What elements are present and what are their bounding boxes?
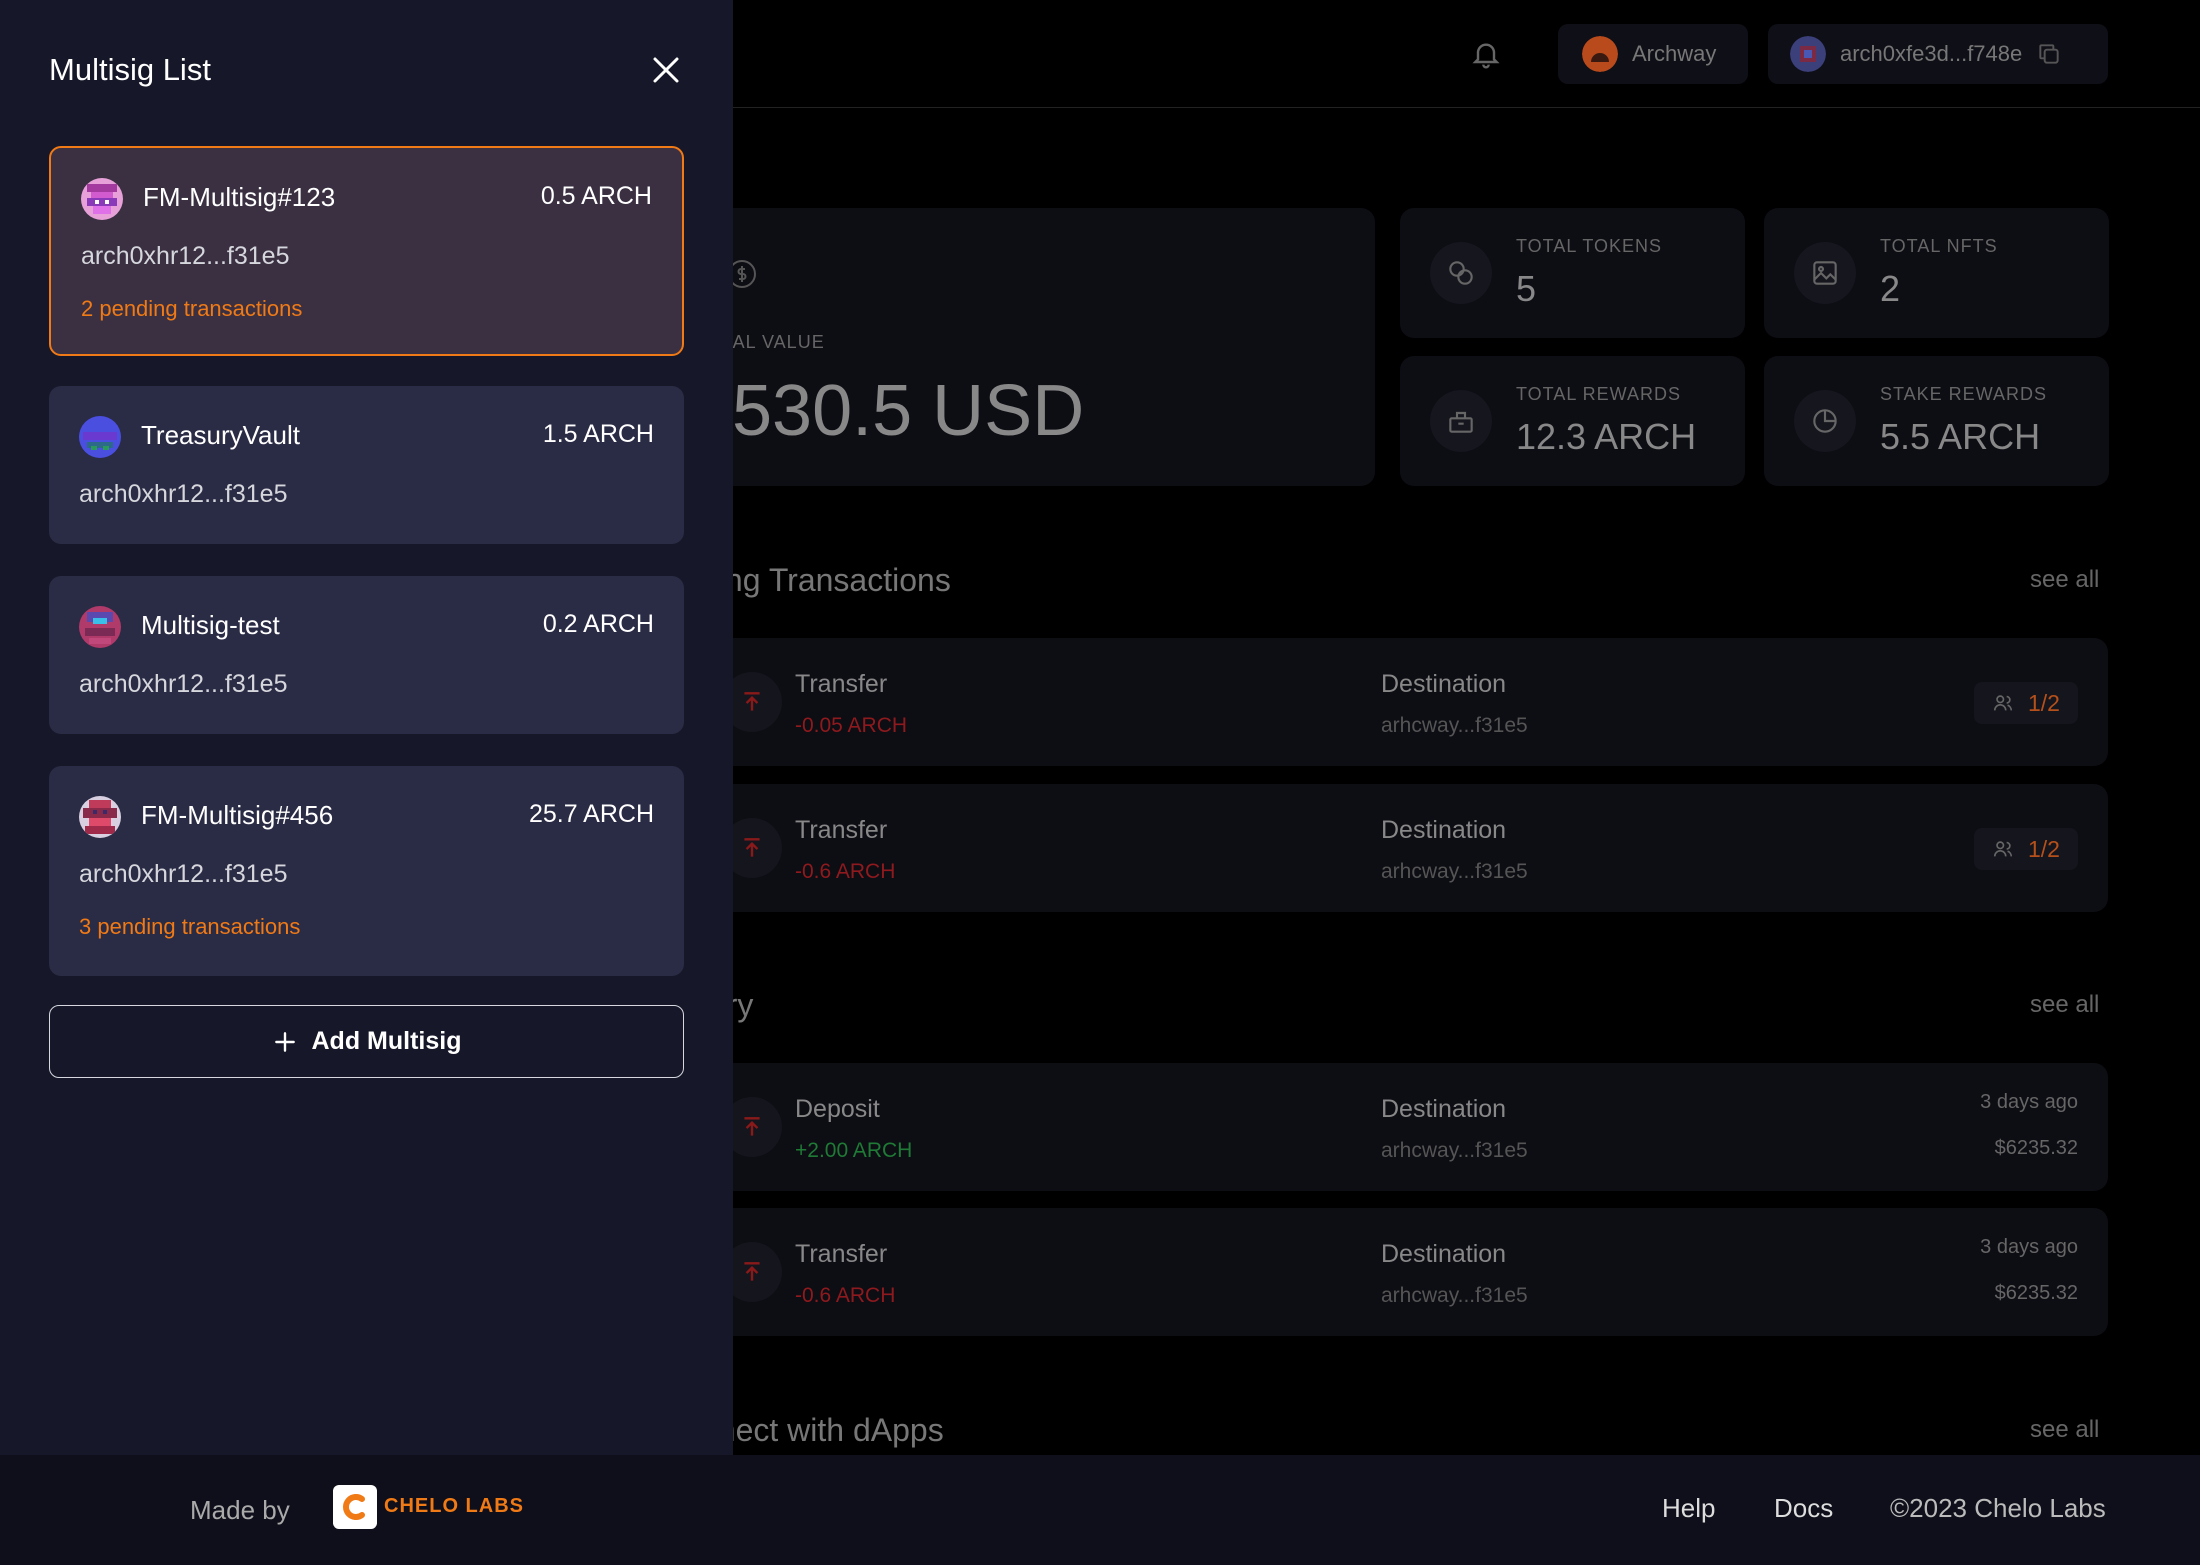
history-row[interactable]: Transfer -0.6 ARCH Destination arhcway..… <box>700 1208 2108 1336</box>
wallet-avatar <box>1790 36 1826 72</box>
stat-total-rewards: TOTAL REWARDS 12.3 ARCH <box>1400 356 1745 486</box>
chelo-labs-logo-icon[interactable] <box>333 1485 377 1529</box>
multisig-balance: 1.5 ARCH <box>542 420 654 448</box>
network-name: Archway <box>1632 41 1717 66</box>
made-by-label: Made by <box>190 1495 290 1525</box>
multisig-avatar <box>79 416 121 458</box>
tx-amount: -0.6 ARCH <box>795 1284 896 1307</box>
multisig-avatar <box>79 606 121 648</box>
multisig-avatar <box>81 178 123 220</box>
multisig-item[interactable]: FM-Multisig#456 25.7 ARCH arch0xhr12...f… <box>49 766 684 976</box>
archway-logo-icon <box>1582 36 1618 72</box>
tx-kind: Transfer <box>795 816 888 844</box>
stat-total-tokens: TOTAL TOKENS 5 <box>1400 208 1745 338</box>
tx-destination: arhcway...f31e5 <box>1381 1139 1528 1162</box>
tx-kind: Transfer <box>795 1240 888 1268</box>
stat-label: TOTAL TOKENS <box>1516 236 1663 256</box>
multisig-balance: 0.5 ARCH <box>540 182 652 210</box>
rewards-icon <box>1430 390 1492 452</box>
multisig-address: arch0xhr12...f31e5 <box>79 670 288 698</box>
pie-chart-icon <box>1794 390 1856 452</box>
stat-total-nfts: TOTAL NFTS 2 <box>1764 208 2109 338</box>
stat-value: 12.3 ARCH <box>1516 416 1697 457</box>
history-see-all-link[interactable]: see all <box>2030 991 2099 1019</box>
dapps-title: nnect with dApps <box>700 1412 944 1448</box>
pending-see-all-link[interactable]: see all <box>2030 566 2099 594</box>
tx-kind: Deposit <box>795 1095 880 1123</box>
tx-amount: -0.05 ARCH <box>795 714 908 737</box>
tx-destination-label: Destination <box>1381 670 1507 698</box>
coins-icon <box>1430 242 1492 304</box>
signers-icon <box>1993 695 2013 711</box>
stat-value: 2 <box>1880 268 1901 309</box>
tx-usd: $6235.32 <box>1994 1137 2078 1159</box>
add-multisig-button[interactable]: Add Multisig <box>49 1005 684 1078</box>
pending-row[interactable]: Transfer -0.05 ARCH Destination arhcway.… <box>700 638 2108 766</box>
history-row[interactable]: Deposit +2.00 ARCH Destination arhcway..… <box>700 1063 2108 1191</box>
tx-destination: arhcway...f31e5 <box>1381 714 1528 737</box>
multisig-drawer: Multisig List FM-Multisig#123 0.5 ARCH a… <box>0 0 733 1455</box>
footer: Made by CHELO LABS Help Docs ©2023 Chelo… <box>0 1455 2200 1565</box>
multisig-balance: 25.7 ARCH <box>528 800 654 828</box>
approvals-count: 1/2 <box>2028 835 2060 862</box>
multisig-name: TreasuryVault <box>141 420 300 450</box>
help-link[interactable]: Help <box>1662 1493 1715 1524</box>
tx-destination-label: Destination <box>1381 1095 1507 1123</box>
tx-kind: Transfer <box>795 670 888 698</box>
drawer-title: Multisig List <box>49 52 211 87</box>
multisig-item[interactable]: Multisig-test 0.2 ARCH arch0xhr12...f31e… <box>49 576 684 734</box>
multisig-avatar <box>79 796 121 838</box>
pending-title: ding Transactions <box>700 562 951 598</box>
tx-destination-label: Destination <box>1381 1240 1507 1268</box>
stat-value: 5.5 ARCH <box>1880 416 2041 457</box>
approvals-badge: 1/2 <box>1974 828 2078 870</box>
multisig-address: arch0xhr12...f31e5 <box>79 480 288 508</box>
add-multisig-label: Add Multisig <box>311 1027 462 1055</box>
copyright: ©2023 Chelo Labs <box>1890 1493 2106 1523</box>
multisig-name: FM-Multisig#123 <box>143 182 336 212</box>
approvals-count: 1/2 <box>2028 689 2060 716</box>
multisig-balance: 0.2 ARCH <box>542 610 654 638</box>
stat-label: STAKE REWARDS <box>1880 384 2048 404</box>
stat-stake-rewards: STAKE REWARDS 5.5 ARCH <box>1764 356 2109 486</box>
signers-icon <box>1993 841 2013 857</box>
bell-icon[interactable] <box>1470 38 1502 70</box>
copy-icon[interactable] <box>2036 41 2062 67</box>
wallet-address: arch0xfe3d...f748e <box>1840 41 2023 66</box>
pending-transactions-count[interactable]: 3 pending transactions <box>79 914 300 940</box>
multisig-address: arch0xhr12...f31e5 <box>79 860 288 888</box>
pending-row[interactable]: Transfer -0.6 ARCH Destination arhcway..… <box>700 784 2108 912</box>
multisig-name: FM-Multisig#456 <box>141 800 334 830</box>
pending-transactions-count[interactable]: 2 pending transactions <box>81 296 302 322</box>
stat-label: TOTAL NFTS <box>1880 236 1998 256</box>
docs-link[interactable]: Docs <box>1774 1493 1833 1524</box>
brand-name[interactable]: CHELO LABS <box>384 1495 524 1518</box>
image-icon <box>1794 242 1856 304</box>
tx-time: 3 days ago <box>1980 1091 2078 1113</box>
tx-usd: $6235.32 <box>1994 1282 2078 1304</box>
tx-amount: -0.6 ARCH <box>795 860 896 883</box>
plus-icon <box>274 1031 295 1052</box>
total-value-card: TAL VALUE 530.5 USD <box>700 208 1375 486</box>
stat-label: TOTAL REWARDS <box>1516 384 1682 404</box>
tx-destination: arhcway...f31e5 <box>1381 860 1528 883</box>
multisig-item[interactable]: TreasuryVault 1.5 ARCH arch0xhr12...f31e… <box>49 386 684 544</box>
network-selector[interactable]: Archway <box>1558 24 1748 84</box>
close-icon[interactable] <box>648 52 684 88</box>
tx-destination: arhcway...f31e5 <box>1381 1284 1528 1307</box>
dapps-see-all-link[interactable]: see all <box>2030 1416 2099 1444</box>
multisig-address: arch0xhr12...f31e5 <box>81 242 290 270</box>
total-value-amount: 530.5 USD <box>732 371 1085 451</box>
multisig-name: Multisig-test <box>141 610 280 640</box>
stat-value: 5 <box>1516 268 1537 309</box>
wallet-button[interactable]: arch0xfe3d...f748e <box>1768 24 2108 84</box>
tx-destination-label: Destination <box>1381 816 1507 844</box>
tx-amount: +2.00 ARCH <box>795 1139 913 1162</box>
multisig-item[interactable]: FM-Multisig#123 0.5 ARCH arch0xhr12...f3… <box>49 146 684 356</box>
approvals-badge: 1/2 <box>1974 682 2078 724</box>
total-value-label: TAL VALUE <box>722 332 825 352</box>
tx-time: 3 days ago <box>1980 1236 2078 1258</box>
